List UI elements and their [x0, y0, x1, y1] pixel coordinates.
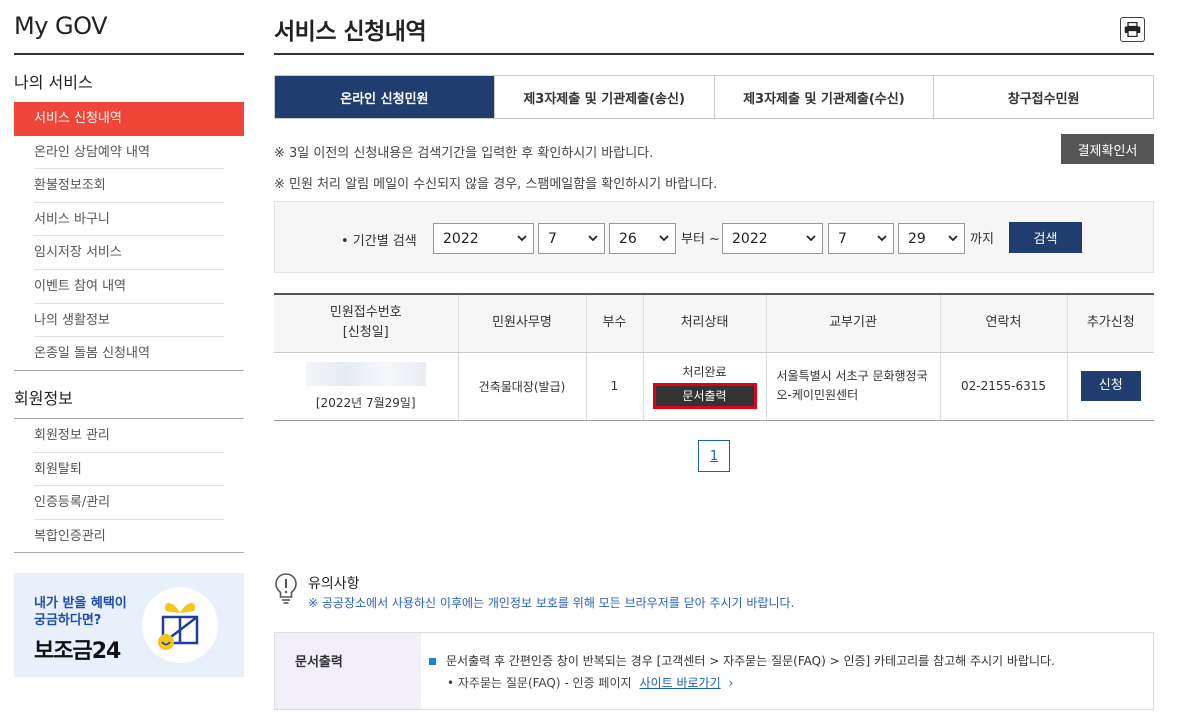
sidebar-item-service-applications[interactable]: 서비스 신청내역: [14, 102, 244, 136]
to-text: 까지: [970, 232, 994, 247]
from-year-select[interactable]: 2022: [433, 223, 534, 254]
info-line: 문서출력 후 간편인증 창이 반복되는 경우 [고객센터 > 자주묻는 질문(F…: [429, 652, 1055, 669]
from-day-select[interactable]: 26: [609, 223, 676, 254]
caution-title: 유의사항: [308, 576, 360, 592]
chevron-down-icon: [877, 235, 887, 242]
column-header-contact: 연락처: [939, 293, 1067, 353]
sidebar-brand[interactable]: My GOV: [14, 12, 108, 40]
page-1-button[interactable]: 1: [698, 440, 730, 472]
print-document-button[interactable]: 문서출력: [655, 386, 754, 406]
from-month-select[interactable]: 7: [538, 223, 605, 254]
sidebar-item-withdraw[interactable]: 회원탈퇴: [14, 453, 244, 487]
subsidy24-banner[interactable]: 내가 받을 혜택이 궁금하다면? 보조금24: [14, 573, 244, 677]
info-box-title: 문서출력: [275, 633, 421, 709]
tab-third-party-received[interactable]: 제3자제출 및 기관제출(수신): [713, 76, 934, 118]
info-line: • 자주묻는 질문(FAQ) - 인증 페이지 사이트 바로가기 ›: [447, 676, 734, 690]
column-header-org: 교부기관: [765, 293, 940, 353]
table-row: [2022년 7월29일] 건축물대장(발급) 1 처리완료 문서출력 서울특별…: [274, 352, 1154, 421]
chevron-down-icon: [588, 235, 598, 242]
tab-online-applications[interactable]: 온라인 신청민원: [275, 76, 494, 118]
column-header-extra: 추가신청: [1066, 293, 1154, 353]
sidebar-item-refund[interactable]: 환불정보조회: [14, 169, 244, 203]
member-info-menu: 회원정보 관리 회원탈퇴 인증등록/관리 복합인증관리: [14, 419, 244, 553]
column-header-work: 민원사무명: [457, 293, 586, 353]
sidebar-item-cert-register[interactable]: 인증등록/관리: [14, 486, 244, 520]
column-header-receipt-no: 민원접수번호 [신청일]: [274, 293, 458, 353]
sidebar-item-service-basket[interactable]: 서비스 바구니: [14, 203, 244, 237]
sidebar-item-member-manage[interactable]: 회원정보 관리: [14, 419, 244, 453]
page-title: 서비스 신청내역: [274, 19, 427, 45]
payment-receipt-button[interactable]: 결제확인서: [1061, 134, 1154, 164]
chevron-down-icon: [948, 235, 958, 242]
column-header-state: 처리상태: [642, 293, 766, 353]
copies-cell: 1: [585, 352, 643, 421]
column-header-copies: 부수: [585, 293, 643, 353]
sidebar-item-events[interactable]: 이벤트 참여 내역: [14, 270, 244, 304]
org-cell: 서울특별시 서초구 문화행정국 오-케이민원센터: [765, 352, 940, 421]
divider: [14, 370, 244, 371]
table-header-row: 민원접수번호 [신청일] 민원사무명 부수 처리상태 교부기관 연락처 추가신청: [274, 293, 1154, 353]
from-text: 부터 ~: [681, 232, 720, 247]
to-year-select[interactable]: 2022: [722, 223, 823, 254]
banner-brand: 보조금24: [34, 639, 121, 664]
banner-text: 내가 받을 혜택이 궁금하다면?: [34, 596, 127, 628]
chevron-down-icon: [517, 235, 527, 242]
receipt-no-cell: [2022년 7월29일]: [274, 352, 458, 421]
tab-bar: 온라인 신청민원 제3자제출 및 기관제출(송신) 제3자제출 및 기관제출(수…: [274, 75, 1154, 119]
extra-cell: 신청: [1066, 352, 1154, 421]
notice-text: ※ 3일 이전의 신청내용은 검색기간을 입력한 후 확인하시기 바랍니다.: [274, 146, 654, 161]
to-day-select[interactable]: 29: [898, 223, 965, 254]
tab-third-party-sent[interactable]: 제3자제출 및 기관제출(송신): [493, 76, 714, 118]
divider: [14, 53, 244, 55]
section-title-my-services: 나의 서비스: [14, 73, 93, 92]
my-services-menu: 서비스 신청내역 온라인 상담예약 내역 환불정보조회 서비스 바구니 임시저장…: [14, 102, 244, 371]
sidebar-item-temp-saved[interactable]: 임시저장 서비스: [14, 236, 244, 270]
state-cell: 처리완료 문서출력: [642, 352, 766, 421]
redacted-receipt-number: [305, 361, 426, 386]
printer-icon[interactable]: [1120, 17, 1145, 42]
contact-cell: 02-2155-6315: [939, 352, 1067, 421]
site-shortcut-link[interactable]: 사이트 바로가기: [640, 676, 721, 690]
chevron-down-icon: [806, 235, 816, 242]
work-cell: 건축물대장(발급): [457, 352, 586, 421]
apply-button[interactable]: 신청: [1080, 371, 1141, 401]
caution-text: ※ 공공장소에서 사용하신 이후에는 개인정보 보호를 위해 모든 브라우저를 …: [308, 596, 795, 610]
highlight-box: 문서출력: [652, 383, 757, 409]
period-search-box: • 기간별 검색 2022 7 26 부터 ~ 2022 7 29 까지 검색: [274, 201, 1154, 273]
sidebar-item-online-consult[interactable]: 온라인 상담예약 내역: [14, 136, 244, 170]
lightbulb-icon: [274, 572, 298, 610]
search-button[interactable]: 검색: [1009, 222, 1082, 253]
gift-icon: [142, 587, 218, 663]
sidebar-item-life-info[interactable]: 나의 생활정보: [14, 304, 244, 338]
info-box: 문서출력 문서출력 후 간편인증 창이 반복되는 경우 [고객센터 > 자주묻는…: [274, 632, 1154, 710]
to-month-select[interactable]: 7: [828, 223, 894, 254]
divider: [14, 552, 244, 553]
notice-text: ※ 민원 처리 알림 메일이 수신되지 않을 경우, 스팸메일함을 확인하시기 …: [274, 177, 718, 192]
state-text: 처리완료: [682, 365, 727, 379]
divider: [274, 53, 1154, 55]
chevron-right-icon: ›: [728, 676, 734, 690]
sidebar-item-multi-cert[interactable]: 복합인증관리: [14, 520, 244, 554]
tab-counter-applications[interactable]: 창구접수민원: [933, 76, 1153, 118]
sidebar-item-childcare[interactable]: 온종일 돌봄 신청내역: [14, 337, 244, 371]
search-label: • 기간별 검색: [341, 234, 417, 249]
chevron-down-icon: [659, 235, 669, 242]
section-title-member-info: 회원정보: [14, 389, 73, 408]
application-table: 민원접수번호 [신청일] 민원사무명 부수 처리상태 교부기관 연락처 추가신청…: [274, 293, 1154, 421]
